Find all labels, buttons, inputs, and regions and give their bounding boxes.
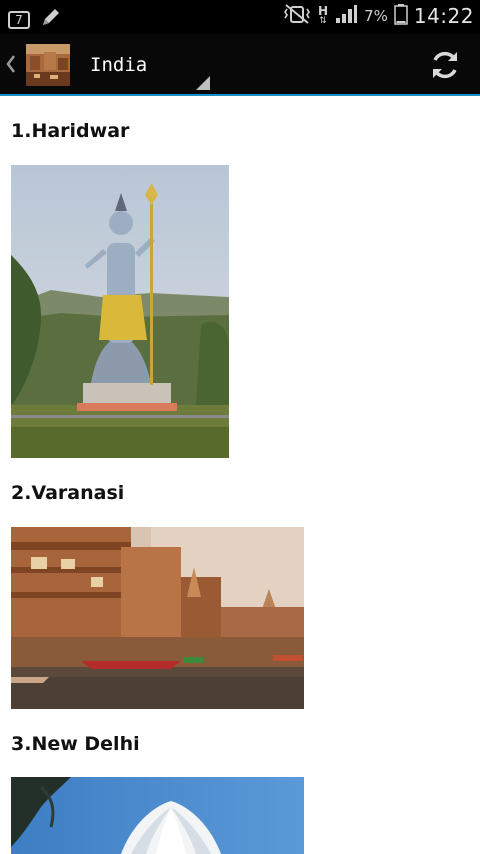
app-icon[interactable]	[26, 44, 70, 86]
place-title-new-delhi: 3.New Delhi	[11, 733, 140, 755]
place-title-haridwar: 1.Haridwar	[11, 120, 130, 142]
places-list[interactable]: 1.Haridwar 2.Varanasi 3.New Delhi	[0, 96, 480, 854]
status-bar: 7 H ⇅ 7% 14:22	[0, 0, 480, 34]
status-right: H ⇅ 7% 14:22	[282, 3, 474, 29]
battery-percent: 7%	[364, 7, 388, 25]
network-type-icon: H ⇅	[318, 4, 329, 26]
back-chevron-icon[interactable]	[4, 52, 18, 81]
battery-icon	[394, 3, 408, 29]
place-title-varanasi: 2.Varanasi	[11, 482, 125, 504]
dropdown-indicator-icon[interactable]	[196, 76, 210, 90]
place-photo-new-delhi[interactable]	[11, 777, 304, 854]
clock: 14:22	[413, 4, 474, 28]
place-photo-varanasi[interactable]	[11, 527, 304, 709]
signal-icon	[334, 3, 358, 29]
page-title[interactable]: India	[90, 54, 147, 76]
place-photo-haridwar[interactable]	[11, 165, 229, 458]
action-bar: India	[0, 34, 480, 96]
vibrate-icon	[282, 3, 312, 29]
refresh-icon[interactable]	[428, 48, 462, 87]
status-left: 7	[8, 6, 62, 33]
pencil-icon	[40, 6, 62, 33]
notification-badge: 7	[8, 10, 30, 29]
